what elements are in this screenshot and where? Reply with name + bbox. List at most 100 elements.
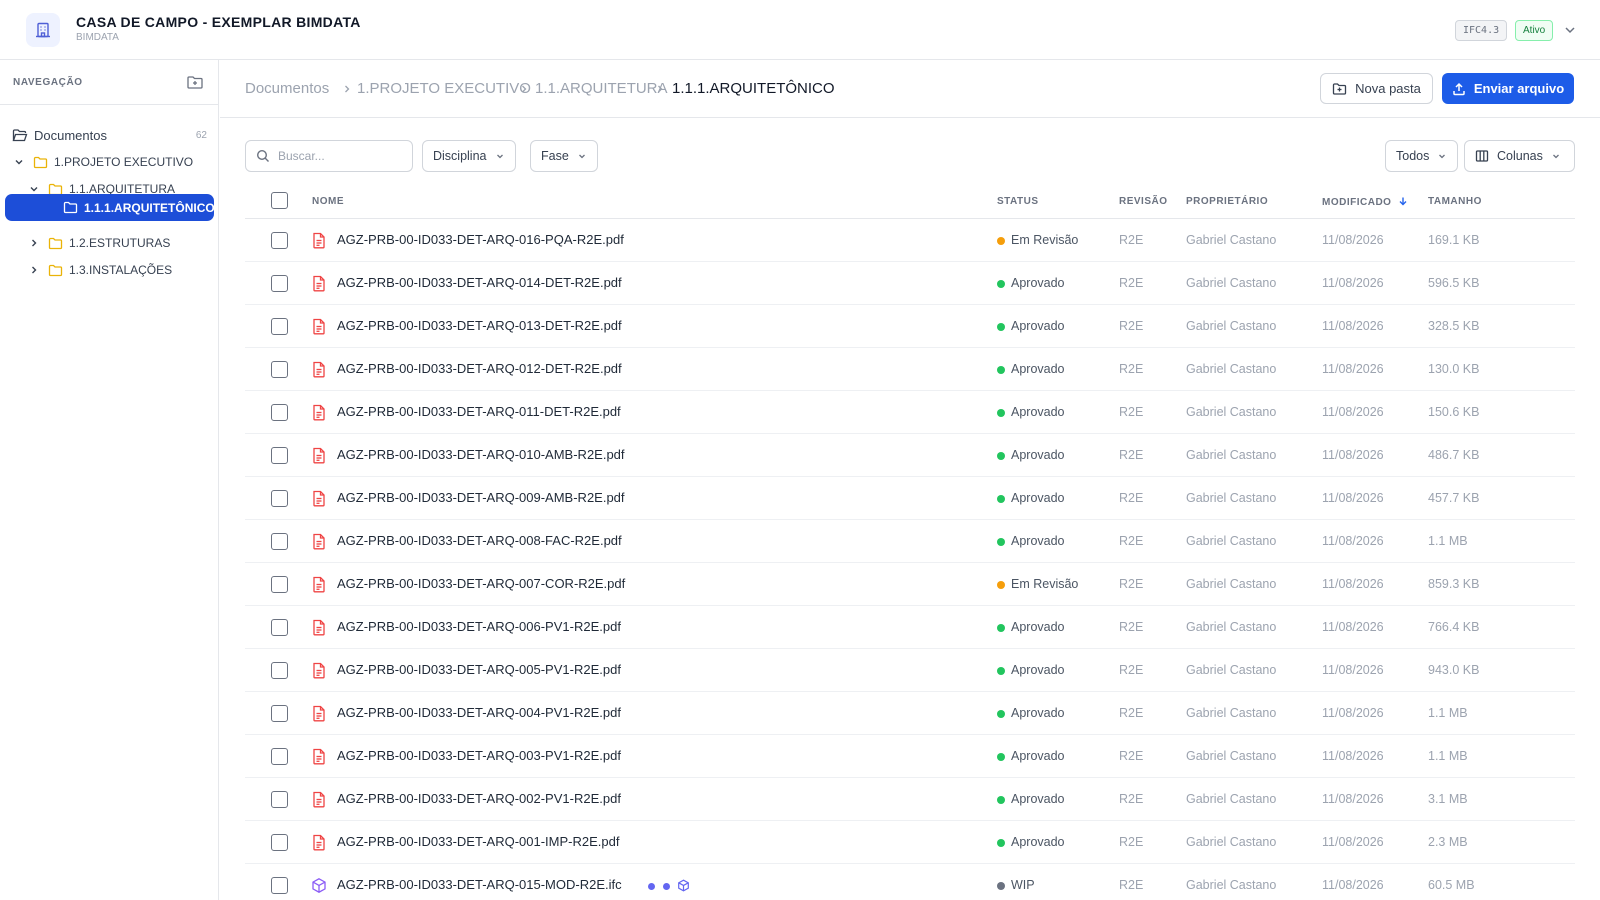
status-dot bbox=[997, 796, 1005, 804]
sidebar-item-projeto-executivo[interactable]: 1.PROJETO EXECUTIVO bbox=[13, 149, 193, 175]
revision-text: R2E bbox=[1119, 577, 1144, 591]
table-row[interactable]: AGZ-PRB-00-ID033-DET-ARQ-016-PQA-R2E.pdf… bbox=[245, 219, 1575, 262]
file-size: 1.1 MB bbox=[1428, 534, 1468, 548]
row-checkbox[interactable] bbox=[271, 619, 288, 636]
file-name[interactable]: AGZ-PRB-00-ID033-DET-ARQ-011-DET-R2E.pdf bbox=[337, 404, 621, 419]
column-header-size[interactable]: TAMANHO bbox=[1428, 196, 1482, 207]
select-all-checkbox[interactable] bbox=[271, 192, 288, 209]
scope-filter[interactable]: Todos bbox=[1385, 140, 1459, 172]
table-row[interactable]: AGZ-PRB-00-ID033-DET-ARQ-001-IMP-R2E.pdf… bbox=[245, 821, 1575, 864]
column-header-modified[interactable]: MODIFICADO bbox=[1322, 196, 1408, 208]
sidebar-item-label: Documentos bbox=[34, 127, 107, 143]
file-name[interactable]: AGZ-PRB-00-ID033-DET-ARQ-016-PQA-R2E.pdf bbox=[337, 232, 624, 247]
table-row[interactable]: AGZ-PRB-00-ID033-DET-ARQ-003-PV1-R2E.pdf… bbox=[245, 735, 1575, 778]
owner-text: Gabriel Castano bbox=[1186, 663, 1277, 677]
file-name[interactable]: AGZ-PRB-00-ID033-DET-ARQ-014-DET-R2E.pdf bbox=[337, 275, 622, 290]
breadcrumb-item-projeto-executivo[interactable]: 1.PROJETO EXECUTIVO bbox=[357, 80, 531, 97]
modified-date: 11/08/2026 bbox=[1322, 448, 1384, 462]
table-row[interactable]: AGZ-PRB-00-ID033-DET-ARQ-008-FAC-R2E.pdf… bbox=[245, 520, 1575, 563]
row-checkbox[interactable] bbox=[271, 877, 288, 894]
column-header-name[interactable]: NOME bbox=[312, 196, 344, 207]
folder-plus-icon[interactable] bbox=[186, 73, 204, 91]
chevron-down-icon[interactable] bbox=[13, 156, 25, 168]
sidebar-item-label: 1.3.INSTALAÇÕES bbox=[69, 263, 173, 277]
table-row[interactable]: AGZ-PRB-00-ID033-DET-ARQ-006-PV1-R2E.pdf… bbox=[245, 606, 1575, 649]
breadcrumb-item-documentos[interactable]: Documentos bbox=[245, 80, 329, 97]
file-name[interactable]: AGZ-PRB-00-ID033-DET-ARQ-003-PV1-R2E.pdf bbox=[337, 748, 621, 763]
search-box[interactable] bbox=[245, 140, 413, 172]
breadcrumb: Documentos 1.PROJETO EXECUTIVO 1.1.ARQUI… bbox=[220, 60, 1600, 118]
row-checkbox[interactable] bbox=[271, 447, 288, 464]
column-header-modified-label: MODIFICADO bbox=[1322, 197, 1392, 208]
row-checkbox[interactable] bbox=[271, 361, 288, 378]
row-checkbox[interactable] bbox=[271, 275, 288, 292]
new-folder-label: Nova pasta bbox=[1355, 81, 1421, 96]
file-name[interactable]: AGZ-PRB-00-ID033-DET-ARQ-006-PV1-R2E.pdf bbox=[337, 619, 621, 634]
file-name[interactable]: AGZ-PRB-00-ID033-DET-ARQ-008-FAC-R2E.pdf bbox=[337, 533, 622, 548]
file-name[interactable]: AGZ-PRB-00-ID033-DET-ARQ-002-PV1-R2E.pdf bbox=[337, 791, 621, 806]
modified-date: 11/08/2026 bbox=[1322, 663, 1384, 677]
file-name[interactable]: AGZ-PRB-00-ID033-DET-ARQ-004-PV1-R2E.pdf bbox=[337, 705, 621, 720]
project-title: CASA DE CAMPO - EXEMPLAR BIMDATA bbox=[76, 14, 361, 30]
status-text: Aprovado bbox=[1011, 749, 1065, 763]
column-header-status[interactable]: STATUS bbox=[997, 196, 1039, 207]
file-name[interactable]: AGZ-PRB-00-ID033-DET-ARQ-012-DET-R2E.pdf bbox=[337, 361, 622, 376]
table-row[interactable]: AGZ-PRB-00-ID033-DET-ARQ-012-DET-R2E.pdf… bbox=[245, 348, 1575, 391]
file-name[interactable]: AGZ-PRB-00-ID033-DET-ARQ-009-AMB-R2E.pdf bbox=[337, 490, 625, 505]
status-text: Aprovado bbox=[1011, 448, 1065, 462]
modified-date: 11/08/2026 bbox=[1322, 276, 1384, 290]
file-name[interactable]: AGZ-PRB-00-ID033-DET-ARQ-015-MOD-R2E.ifc bbox=[337, 877, 622, 892]
chevron-down-icon[interactable] bbox=[1562, 22, 1578, 38]
row-checkbox[interactable] bbox=[271, 576, 288, 593]
breadcrumb-item-arquitetura[interactable]: 1.1.ARQUITETURA bbox=[535, 80, 668, 97]
upload-file-label: Enviar arquivo bbox=[1473, 81, 1565, 96]
file-name[interactable]: AGZ-PRB-00-ID033-DET-ARQ-013-DET-R2E.pdf bbox=[337, 318, 622, 333]
row-checkbox[interactable] bbox=[271, 748, 288, 765]
sidebar: NAVEGAÇÃO Documentos 62 1.PROJETO EXECUT… bbox=[0, 60, 219, 900]
row-checkbox[interactable] bbox=[271, 791, 288, 808]
table-row[interactable]: AGZ-PRB-00-ID033-DET-ARQ-013-DET-R2E.pdf… bbox=[245, 305, 1575, 348]
table-row[interactable]: AGZ-PRB-00-ID033-DET-ARQ-009-AMB-R2E.pdf… bbox=[245, 477, 1575, 520]
sidebar-item-arquitetonico[interactable]: 1.1.1.ARQUITETÔNICO bbox=[5, 194, 215, 221]
chevron-right-icon[interactable] bbox=[28, 237, 40, 249]
file-name[interactable]: AGZ-PRB-00-ID033-DET-ARQ-005-PV1-R2E.pdf bbox=[337, 662, 621, 677]
file-name[interactable]: AGZ-PRB-00-ID033-DET-ARQ-007-COR-R2E.pdf bbox=[337, 576, 625, 591]
sidebar-item-documentos[interactable]: Documentos 62 bbox=[12, 122, 207, 148]
row-checkbox[interactable] bbox=[271, 232, 288, 249]
pdf-file-icon bbox=[313, 490, 325, 507]
table-row[interactable]: AGZ-PRB-00-ID033-DET-ARQ-014-DET-R2E.pdf… bbox=[245, 262, 1575, 305]
chevron-right-icon[interactable] bbox=[28, 264, 40, 276]
search-input[interactable] bbox=[278, 149, 398, 163]
row-checkbox[interactable] bbox=[271, 533, 288, 550]
revision-text: R2E bbox=[1119, 792, 1144, 806]
viewer-cube-icon[interactable] bbox=[677, 879, 690, 892]
table-row[interactable]: AGZ-PRB-00-ID033-DET-ARQ-002-PV1-R2E.pdf… bbox=[245, 778, 1575, 821]
3d-model-icon bbox=[312, 878, 326, 893]
row-checkbox[interactable] bbox=[271, 404, 288, 421]
table-row[interactable]: AGZ-PRB-00-ID033-DET-ARQ-011-DET-R2E.pdf… bbox=[245, 391, 1575, 434]
phase-filter[interactable]: Fase bbox=[530, 140, 598, 172]
file-size: 328.5 KB bbox=[1428, 319, 1480, 333]
status-text: Aprovado bbox=[1011, 319, 1065, 333]
file-size: 169.1 KB bbox=[1428, 233, 1480, 247]
columns-button[interactable]: Colunas bbox=[1464, 140, 1575, 172]
table-row[interactable]: AGZ-PRB-00-ID033-DET-ARQ-007-COR-R2E.pdf… bbox=[245, 563, 1575, 606]
row-checkbox[interactable] bbox=[271, 834, 288, 851]
table-row[interactable]: AGZ-PRB-00-ID033-DET-ARQ-004-PV1-R2E.pdf… bbox=[245, 692, 1575, 735]
column-header-owner[interactable]: PROPRIETÁRIO bbox=[1186, 196, 1268, 207]
discipline-filter[interactable]: Disciplina bbox=[422, 140, 516, 172]
column-header-revision[interactable]: REVISÃO bbox=[1119, 196, 1168, 207]
new-folder-button[interactable]: Nova pasta bbox=[1320, 73, 1433, 104]
table-row[interactable]: AGZ-PRB-00-ID033-DET-ARQ-010-AMB-R2E.pdf… bbox=[245, 434, 1575, 477]
file-name[interactable]: AGZ-PRB-00-ID033-DET-ARQ-001-IMP-R2E.pdf bbox=[337, 834, 619, 849]
sidebar-item-instalacoes[interactable]: 1.3.INSTALAÇÕES bbox=[28, 257, 172, 283]
table-row[interactable]: AGZ-PRB-00-ID033-DET-ARQ-005-PV1-R2E.pdf… bbox=[245, 649, 1575, 692]
row-checkbox[interactable] bbox=[271, 490, 288, 507]
row-checkbox[interactable] bbox=[271, 705, 288, 722]
row-checkbox[interactable] bbox=[271, 318, 288, 335]
sidebar-item-estruturas[interactable]: 1.2.ESTRUTURAS bbox=[28, 230, 170, 256]
row-checkbox[interactable] bbox=[271, 662, 288, 679]
file-name[interactable]: AGZ-PRB-00-ID033-DET-ARQ-010-AMB-R2E.pdf bbox=[337, 447, 625, 462]
upload-file-button[interactable]: Enviar arquivo bbox=[1442, 73, 1574, 104]
table-row[interactable]: AGZ-PRB-00-ID033-DET-ARQ-015-MOD-R2E.ifc… bbox=[245, 864, 1575, 900]
